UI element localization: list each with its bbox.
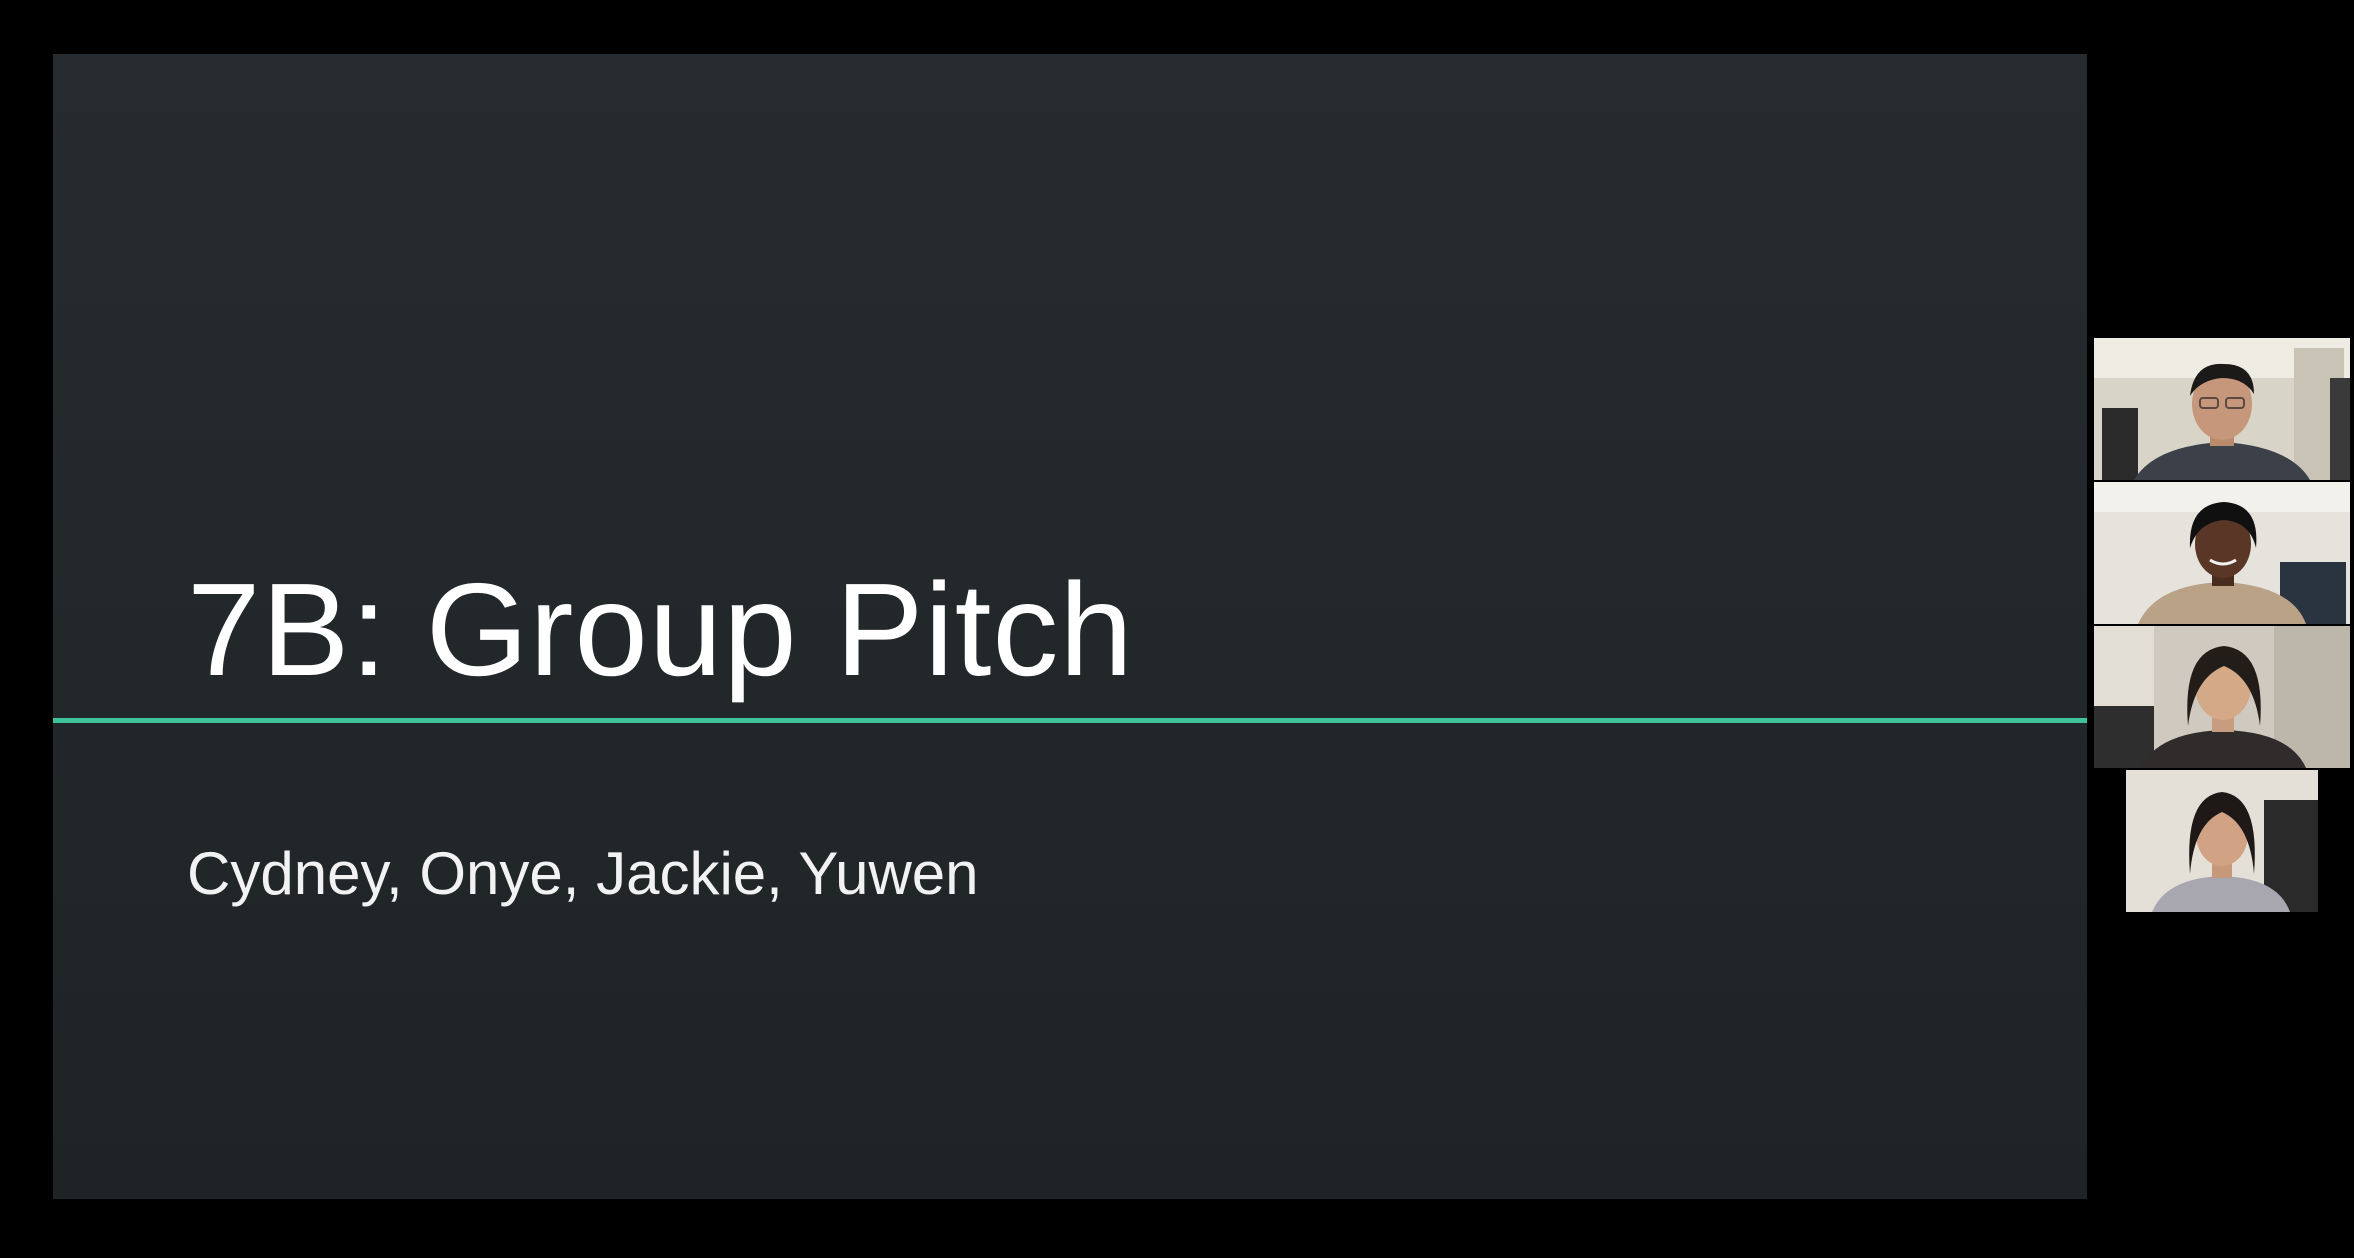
slide-divider — [53, 718, 2087, 723]
participant-video-strip — [2094, 338, 2350, 914]
participant-video-feed — [2094, 338, 2350, 480]
participant-video-tile[interactable] — [2094, 338, 2350, 480]
participant-video-tile[interactable] — [2094, 482, 2350, 624]
slide-title: 7B: Group Pitch — [187, 556, 1134, 703]
slide-subtitle: Cydney, Onye, Jackie, Yuwen — [187, 840, 979, 907]
shared-slide: 7B: Group Pitch Cydney, Onye, Jackie, Yu… — [53, 54, 2087, 1199]
participant-video-feed — [2094, 770, 2350, 912]
meeting-window: 7B: Group Pitch Cydney, Onye, Jackie, Yu… — [0, 0, 2354, 1258]
participant-video-tile[interactable] — [2094, 770, 2350, 912]
participant-video-feed — [2094, 626, 2350, 768]
participant-video-feed — [2094, 482, 2350, 624]
participant-video-tile[interactable] — [2094, 626, 2350, 768]
